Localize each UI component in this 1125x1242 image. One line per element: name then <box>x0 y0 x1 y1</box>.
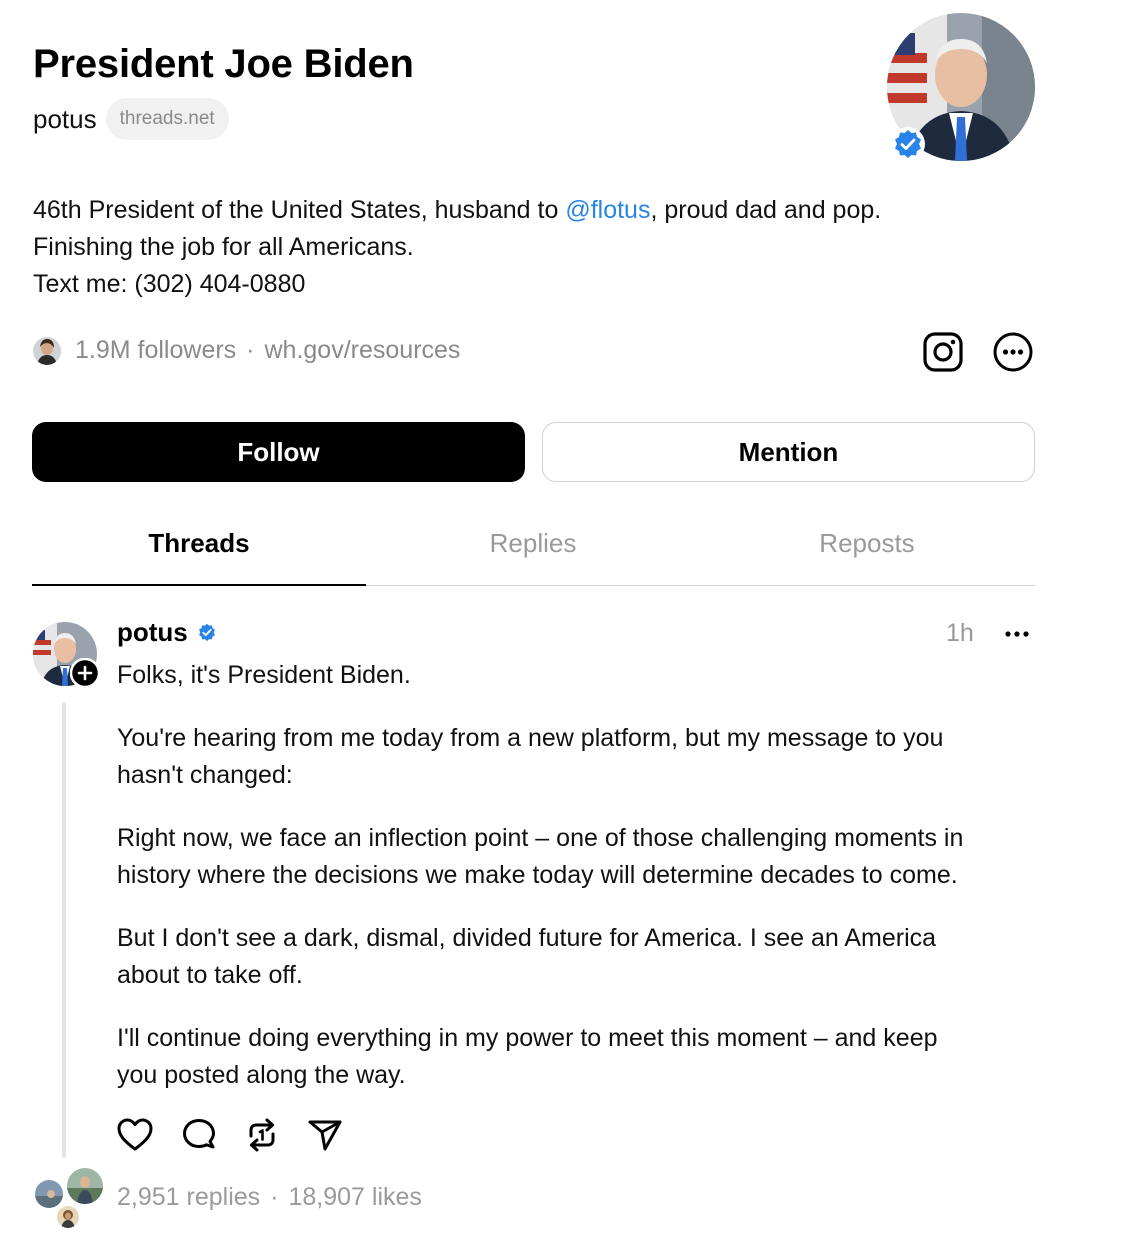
replies-count[interactable]: 2,951 replies <box>117 1183 260 1211</box>
replier-avatars[interactable] <box>33 1166 105 1230</box>
thread-line <box>62 702 66 1158</box>
post-paragraph: Folks, it's President Biden. <box>117 661 411 689</box>
likes-count[interactable]: 18,907 likes <box>288 1183 421 1211</box>
follower-avatar <box>33 336 61 365</box>
profile-handle: potus <box>33 103 97 134</box>
follow-button[interactable]: Follow <box>32 422 525 482</box>
post-paragraph: But I don't see a dark, dismal, divided … <box>117 924 937 989</box>
post-paragraph: I'll continue doing everything in my pow… <box>117 1024 938 1089</box>
post-author[interactable]: potus <box>117 617 188 648</box>
verified-badge-icon <box>196 622 218 644</box>
instagram-icon[interactable] <box>923 332 963 372</box>
more-horizontal-icon[interactable] <box>1004 626 1030 642</box>
followers-count[interactable]: 1.9M followers <box>75 336 236 365</box>
post-paragraph: You're hearing from me today from a new … <box>117 724 944 789</box>
repost-icon[interactable] <box>243 1116 281 1154</box>
tab-active-indicator <box>32 584 366 586</box>
bio-line: Finishing the job for all Americans. <box>33 233 414 261</box>
replier-avatar <box>65 1166 105 1206</box>
bio-line: Text me: (302) 404-0880 <box>33 270 306 298</box>
profile-link[interactable]: wh.gov/resources <box>265 336 461 365</box>
post-stats: 2,951 replies · 18,907 likes <box>117 1183 422 1212</box>
tab-threads[interactable]: Threads <box>32 528 366 559</box>
replier-avatar <box>55 1204 81 1230</box>
share-icon[interactable] <box>306 1116 344 1154</box>
stats-separator: · <box>270 1183 279 1211</box>
post-author-row: potus <box>117 617 218 648</box>
tab-replies[interactable]: Replies <box>366 528 700 559</box>
handle-row: potus threads.net <box>33 98 229 140</box>
comment-icon[interactable] <box>180 1116 218 1154</box>
verified-badge-icon <box>890 126 926 162</box>
post-timestamp: 1h <box>946 619 974 647</box>
heart-icon[interactable] <box>116 1116 154 1154</box>
post-paragraph: Right now, we face an inflection point –… <box>117 824 964 889</box>
domain-badge[interactable]: threads.net <box>105 98 229 140</box>
meta-separator: · <box>246 336 255 364</box>
profile-bio: 46th President of the United States, hus… <box>33 192 881 303</box>
flotus-mention-link[interactable]: @flotus <box>565 196 650 224</box>
follow-plus-icon[interactable] <box>69 657 101 689</box>
more-circle-icon[interactable] <box>993 332 1033 372</box>
tab-reposts[interactable]: Reposts <box>700 528 1034 559</box>
bio-line: 46th President of the United States, hus… <box>33 196 882 224</box>
profile-meta-row: 1.9M followers · wh.gov/resources <box>33 336 460 365</box>
profile-name: President Joe Biden <box>33 42 414 86</box>
mention-button[interactable]: Mention <box>542 422 1035 482</box>
